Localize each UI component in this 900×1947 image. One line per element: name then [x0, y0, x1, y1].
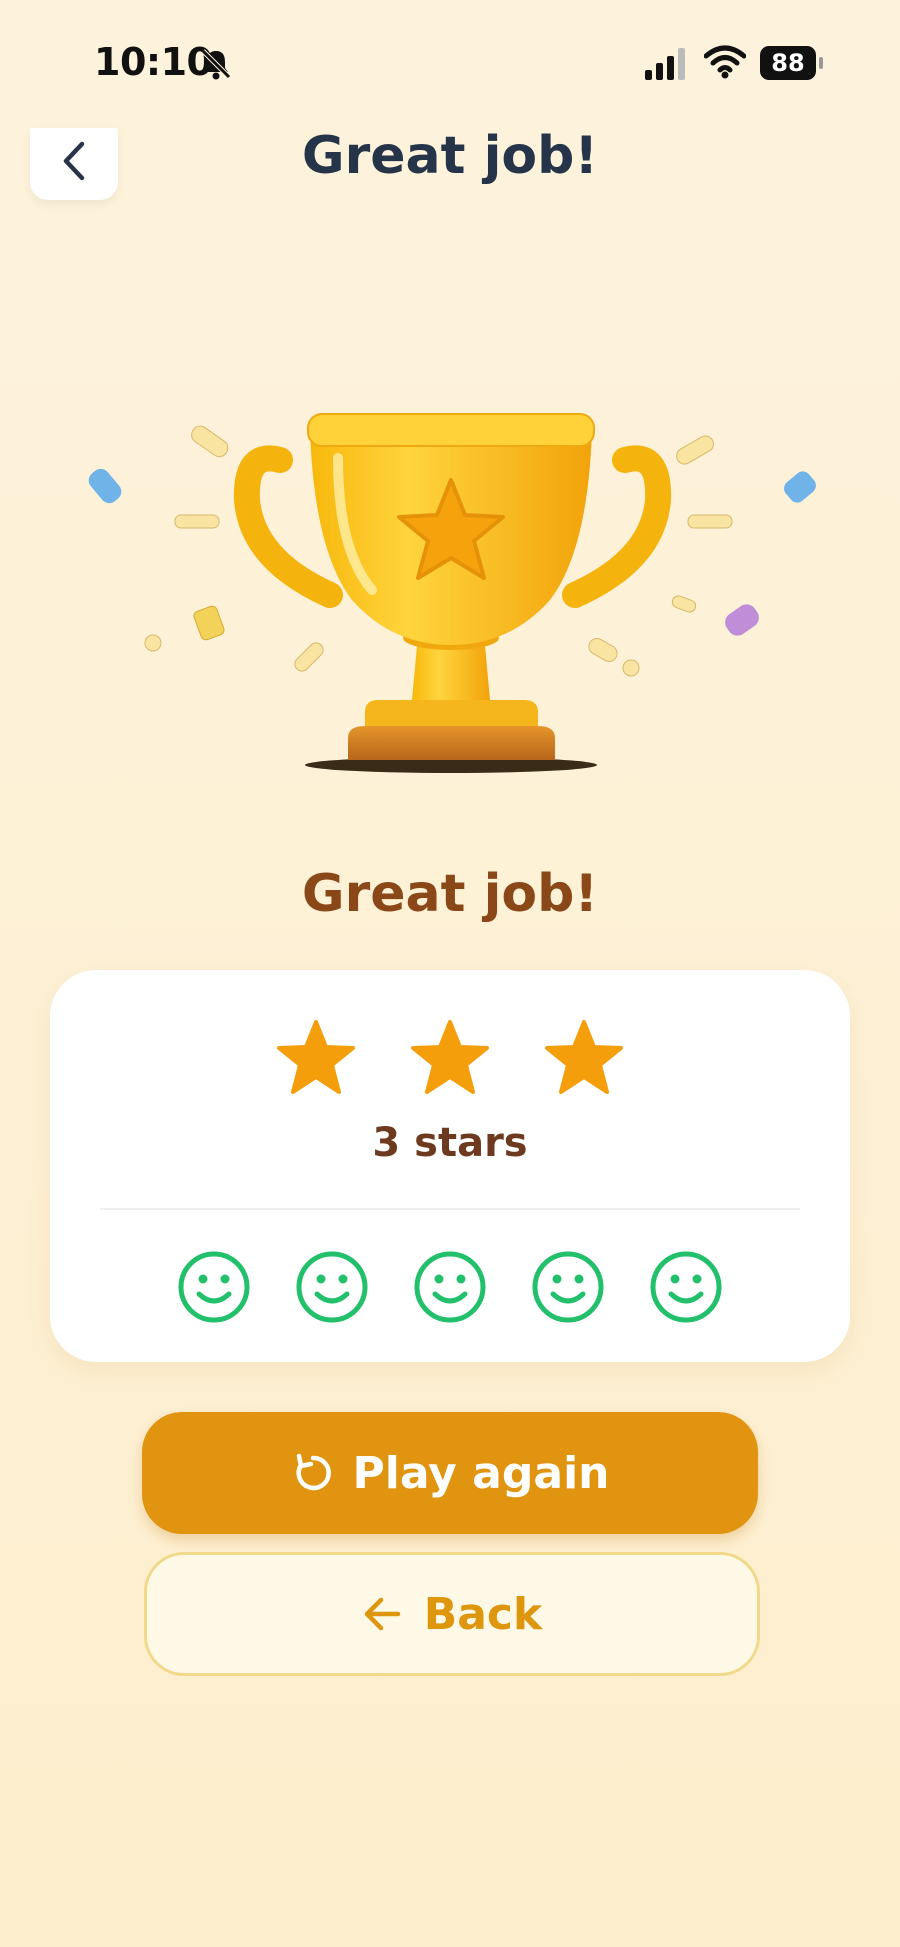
status-time: 10:10	[94, 40, 213, 84]
star-icon	[545, 1020, 623, 1094]
star-icon	[277, 1020, 355, 1094]
battery-level: 88	[760, 46, 816, 80]
smile-face-icon	[414, 1251, 486, 1323]
star-rating	[50, 1018, 850, 1100]
bell-slash-icon	[201, 49, 231, 80]
signal-icon	[645, 48, 685, 80]
result-headline: Great job!	[301, 864, 599, 924]
battery-icon: 88	[760, 46, 824, 80]
stars-label: 3 stars	[372, 1120, 528, 1166]
arrow-left-icon	[364, 1597, 400, 1631]
smile-face-icon	[296, 1251, 368, 1323]
smile-face-icon	[532, 1251, 604, 1323]
wifi-icon	[704, 45, 746, 79]
divider	[100, 1208, 800, 1210]
star-icon	[411, 1020, 489, 1094]
back-label: Back	[423, 1588, 543, 1640]
page-title: Great job!	[301, 126, 599, 186]
refresh-icon	[296, 1453, 331, 1491]
play-again-label: Play again	[352, 1447, 610, 1499]
smiley-row	[50, 1250, 850, 1324]
trophy-illustration	[88, 413, 816, 773]
status-bar: 10:10 88	[0, 0, 900, 130]
play-again-button[interactable]: Play again	[142, 1412, 758, 1534]
result-card: 3 stars	[50, 970, 850, 1362]
smile-face-icon	[650, 1251, 722, 1323]
back-button[interactable]: Back	[144, 1552, 760, 1676]
smile-face-icon	[178, 1251, 250, 1323]
